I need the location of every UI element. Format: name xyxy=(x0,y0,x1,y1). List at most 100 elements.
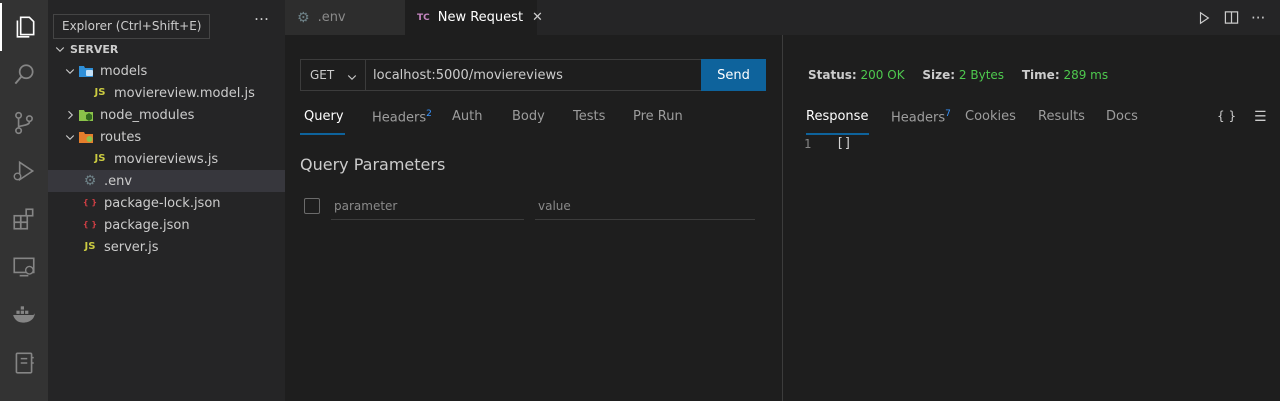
run-button[interactable] xyxy=(1197,0,1211,35)
vscode-window: … SERVER models JS moviereview.model.js … xyxy=(0,0,1280,401)
tree-item-moviereview-model[interactable]: JS moviereview.model.js xyxy=(48,82,285,104)
tree-item-models[interactable]: models xyxy=(48,60,285,82)
remote-explorer-icon xyxy=(13,257,35,277)
tab-env[interactable]: ⚙ .env xyxy=(285,0,405,35)
tree-item-label: moviereviews.js xyxy=(114,151,219,167)
tab-label: Headers xyxy=(372,110,427,126)
value-input[interactable] xyxy=(535,193,755,220)
extensions-icon xyxy=(13,208,34,230)
tab-docs[interactable]: Docs xyxy=(1106,109,1138,135)
time-value: 289 ms xyxy=(1063,68,1109,82)
tree-item-label: .env xyxy=(104,173,133,189)
source-control-activity-button[interactable] xyxy=(0,99,48,147)
url-input[interactable] xyxy=(365,59,702,91)
tree-item-node-modules[interactable]: node_modules xyxy=(48,104,285,126)
chevron-right-icon xyxy=(62,107,78,123)
headers-count-badge: 2 xyxy=(426,109,432,119)
notebook-activity-button[interactable] xyxy=(0,339,48,387)
explorer-activity-button[interactable] xyxy=(0,3,48,51)
tree-item-env[interactable]: ⚙ .env xyxy=(48,170,285,192)
explorer-root-folder[interactable]: SERVER xyxy=(48,38,285,60)
tab-label: Docs xyxy=(1106,109,1138,124)
docker-activity-button[interactable] xyxy=(0,291,48,339)
notebook-icon xyxy=(15,352,34,374)
parameter-input[interactable] xyxy=(331,193,524,220)
tab-response[interactable]: Response xyxy=(806,109,869,135)
size-label: Size: xyxy=(922,68,956,82)
docker-icon xyxy=(13,306,35,323)
chevron-down-icon xyxy=(52,41,68,57)
folder-node-icon xyxy=(78,107,94,123)
tab-tests[interactable]: Tests xyxy=(573,109,605,135)
tab-headers[interactable]: Headers2 xyxy=(372,109,432,135)
tree-item-package-lock[interactable]: { } package-lock.json xyxy=(48,192,285,214)
tab-label: Body xyxy=(512,109,545,124)
format-json-icon[interactable]: { } xyxy=(1217,109,1236,123)
tree-item-moviereviews[interactable]: JS moviereviews.js xyxy=(48,148,285,170)
param-enable-checkbox[interactable] xyxy=(304,198,320,214)
tab-label: Results xyxy=(1038,109,1085,124)
javascript-file-icon: JS xyxy=(94,87,106,98)
activity-bar xyxy=(0,0,48,401)
tab-label: Pre Run xyxy=(633,109,683,124)
gear-icon: ⚙ xyxy=(297,9,310,26)
play-icon xyxy=(1199,11,1210,24)
javascript-file-icon: JS xyxy=(84,241,96,252)
tree-item-label: models xyxy=(100,63,148,79)
method-select[interactable]: GET xyxy=(300,59,366,91)
tab-results[interactable]: Results xyxy=(1038,109,1085,135)
tab-label: .env xyxy=(317,10,346,25)
tab-label: Auth xyxy=(452,109,483,124)
run-debug-icon xyxy=(13,160,35,182)
tab-query[interactable]: Query xyxy=(300,109,345,135)
tree-item-label: moviereview.model.js xyxy=(114,85,255,101)
folder-models-icon xyxy=(78,63,94,79)
editor-tabs-bar: ⚙ .env TC New Request ✕ ··· xyxy=(285,0,1280,35)
explorer-tooltip: Explorer (Ctrl+Shift+E) xyxy=(53,14,211,39)
explorer-root-label: SERVER xyxy=(70,42,119,56)
tab-cookies[interactable]: Cookies xyxy=(965,109,1016,135)
split-editor-button[interactable] xyxy=(1224,0,1239,35)
status-value: 200 OK xyxy=(860,68,905,82)
query-parameters-heading: Query Parameters xyxy=(300,155,446,174)
status-label: Status: xyxy=(808,68,857,82)
folder-routes-icon xyxy=(78,129,94,145)
tree-item-label: routes xyxy=(100,129,142,145)
chevron-down-icon xyxy=(62,129,78,145)
npm-json-icon: { } xyxy=(82,198,98,207)
source-control-icon xyxy=(15,111,33,135)
tree-item-label: package-lock.json xyxy=(104,195,221,211)
tab-auth[interactable]: Auth xyxy=(452,109,482,135)
send-button[interactable]: Send xyxy=(701,59,766,91)
tree-item-label: server.js xyxy=(104,239,159,255)
tab-label: Response xyxy=(806,109,869,124)
tab-label: New Request xyxy=(437,10,524,25)
tab-pre-run[interactable]: Pre Run xyxy=(633,109,683,135)
tree-item-package-json[interactable]: { } package.json xyxy=(48,214,285,236)
tab-label: Query xyxy=(304,109,344,124)
line-number: 1 xyxy=(804,137,812,151)
tab-response-headers[interactable]: Headers7 xyxy=(891,109,951,135)
search-activity-button[interactable] xyxy=(0,51,48,99)
tab-label: Tests xyxy=(573,109,606,124)
gear-icon: ⚙ xyxy=(83,173,97,189)
tree-item-label: package.json xyxy=(104,217,190,233)
run-debug-activity-button[interactable] xyxy=(0,147,48,195)
editor-more-actions-icon[interactable]: ··· xyxy=(1251,0,1265,35)
remote-explorer-activity-button[interactable] xyxy=(0,243,48,291)
tab-label: Headers xyxy=(891,110,946,126)
response-status-line: Status: 200 OK Size: 2 Bytes Time: 289 m… xyxy=(808,68,1122,82)
tab-new-request[interactable]: TC New Request ✕ xyxy=(405,0,543,35)
time-label: Time: xyxy=(1021,68,1060,82)
close-icon[interactable]: ✕ xyxy=(532,10,543,25)
headers-count-badge: 7 xyxy=(945,109,951,119)
panel-divider[interactable] xyxy=(782,35,783,401)
tab-body[interactable]: Body xyxy=(512,109,545,135)
tree-item-server-js[interactable]: JS server.js xyxy=(48,236,285,258)
extensions-activity-button[interactable] xyxy=(0,195,48,243)
tree-item-routes[interactable]: routes xyxy=(48,126,285,148)
chevron-down-icon xyxy=(347,75,357,81)
method-value: GET xyxy=(310,68,335,82)
menu-icon[interactable]: ☰ xyxy=(1254,109,1267,125)
more-actions-icon[interactable]: … xyxy=(254,6,270,24)
